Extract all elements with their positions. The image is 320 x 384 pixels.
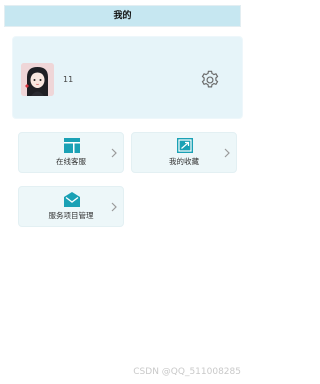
chevron-right-icon	[224, 148, 230, 158]
avatar-girl-icon	[21, 63, 54, 96]
page: 我的 11 在线客服 我的收藏 服务项目管理 CSDN @QQ_51100828…	[0, 0, 245, 384]
gear-icon[interactable]	[199, 69, 221, 91]
layout-icon	[64, 138, 80, 153]
watermark: CSDN @QQ_511008285	[133, 367, 241, 377]
chevron-right-icon	[111, 148, 117, 158]
menu-item-label: 我的收藏	[169, 157, 199, 166]
menu-item-online-service[interactable]: 在线客服	[18, 132, 124, 173]
username: 11	[63, 75, 74, 84]
menu-item-label: 服务项目管理	[48, 211, 94, 220]
envelope-icon	[64, 192, 80, 207]
page-header: 我的	[4, 5, 241, 27]
menu-item-service-management[interactable]: 服务项目管理	[18, 186, 124, 227]
menu-item-label: 在线客服	[56, 157, 86, 166]
collect-icon	[177, 138, 193, 153]
profile-card[interactable]: 11	[12, 36, 243, 119]
chevron-right-icon	[111, 202, 117, 212]
avatar[interactable]	[21, 63, 54, 96]
page-title: 我的	[113, 10, 132, 21]
menu-item-my-collection[interactable]: 我的收藏	[131, 132, 237, 173]
